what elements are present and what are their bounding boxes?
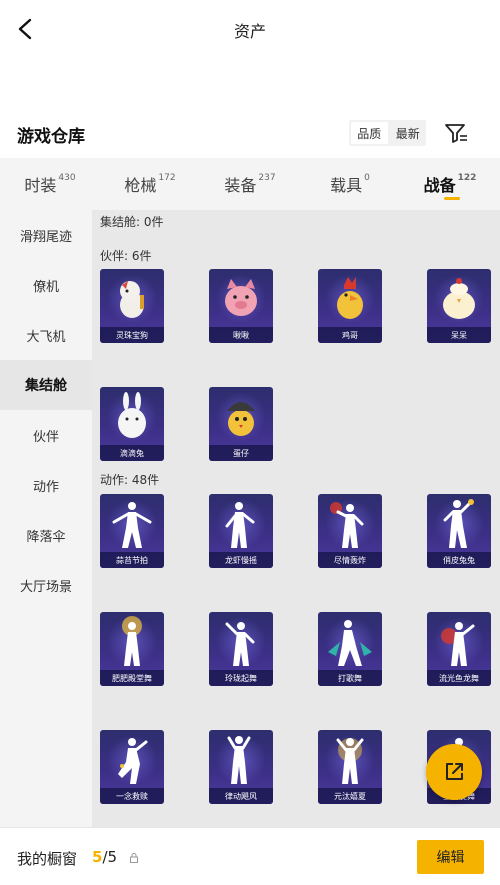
showcase-label: 我的橱窗	[17, 850, 78, 868]
tab-count: 237	[258, 173, 276, 183]
item-name: 灵珠宝狗	[100, 327, 164, 343]
emote-card[interactable]: 尽情轰炸	[318, 494, 382, 568]
emote-card[interactable]: 肥肥殿堂舞	[100, 612, 164, 686]
assets-page: 资产 游戏仓库 品质 最新 时装 430 枪械 172 装备 237 载具 0 战备 12…	[0, 0, 500, 885]
sidebar: 滑翔尾迹 僚机 大飞机 集结舱 伙伴 动作 降落伞 大厅场景	[0, 210, 92, 827]
filter-button[interactable]	[444, 122, 468, 144]
tab-label: 时装	[24, 176, 57, 195]
tab-count: 430	[58, 173, 76, 183]
section-label-emotes: 动作: 48件	[100, 473, 160, 487]
dancer-silhouette-icon	[441, 622, 475, 666]
tab-label: 枪械	[124, 176, 157, 195]
sidebar-item-partners[interactable]: 伙伴	[0, 410, 92, 460]
item-name: 律动飓风	[209, 788, 273, 804]
item-name: 流光鱼龙舞	[427, 670, 491, 686]
showcase-count: 5/5	[92, 848, 117, 866]
rabbit-figure-icon	[118, 392, 146, 438]
edit-button[interactable]: 编辑	[417, 840, 484, 874]
partner-card[interactable]: 呆呆	[427, 269, 491, 343]
dancer-silhouette-icon	[112, 502, 152, 548]
showcase-max: 5	[107, 848, 118, 866]
chick-figure-icon	[443, 278, 475, 319]
sidebar-item-parachute[interactable]: 降落伞	[0, 510, 92, 560]
item-name: 滴滴兔	[100, 445, 164, 461]
item-name: 蒜苔节拍	[100, 552, 164, 568]
tab-battle-prep[interactable]: 战备 122	[400, 158, 500, 210]
partner-card[interactable]: 滴滴兔	[100, 387, 164, 461]
tab-label: 装备	[224, 176, 257, 195]
tab-count: 122	[457, 173, 477, 183]
item-name: 玲珑起舞	[209, 670, 273, 686]
dancer-silhouette-icon	[225, 622, 255, 666]
dancer-silhouette-icon	[122, 616, 142, 666]
item-name: 鸡哥	[318, 327, 382, 343]
sidebar-item-wingman[interactable]: 僚机	[0, 260, 92, 310]
sort-quality-button[interactable]: 品质	[351, 122, 388, 144]
sidebar-item-emotes[interactable]: 动作	[0, 460, 92, 510]
showcase-bar: 我的橱窗 5/5 编辑	[0, 827, 500, 885]
emote-card[interactable]: 龙虾慢摇	[209, 494, 273, 568]
tab-count: 172	[158, 173, 176, 183]
filter-icon	[445, 124, 467, 143]
item-name: 啾啾	[209, 327, 273, 343]
section-label-partners: 伙伴: 6件	[100, 249, 152, 263]
item-name: 尽情轰炸	[318, 552, 382, 568]
emote-card[interactable]: 流光鱼龙舞	[427, 612, 491, 686]
egg-figure-icon	[227, 402, 255, 436]
section-label-pod: 集结舱: 0件	[100, 215, 164, 229]
dancer-silhouette-icon	[336, 738, 364, 784]
page-title: 资产	[233, 22, 266, 41]
sort-toggle: 品质 最新	[349, 120, 426, 146]
chicken-figure-icon	[337, 277, 363, 319]
sidebar-item-lobby-scene[interactable]: 大厅场景	[0, 560, 92, 610]
showcase-current: 5	[92, 848, 103, 866]
sidebar-item-assembly-pod[interactable]: 集结舱	[0, 360, 92, 410]
emote-card[interactable]: 俏皮兔兔	[427, 494, 491, 568]
partner-card[interactable]: 灵珠宝狗	[100, 269, 164, 343]
item-name: 龙虾慢摇	[209, 552, 273, 568]
sidebar-item-glide-trail[interactable]: 滑翔尾迹	[0, 210, 92, 260]
partner-card[interactable]: 啾啾	[209, 269, 273, 343]
share-external-icon	[446, 763, 463, 780]
emote-card[interactable]: 元汰嬉夏	[318, 730, 382, 804]
item-name: 肥肥殿堂舞	[100, 670, 164, 686]
tab-count: 0	[364, 173, 370, 183]
tab-guns[interactable]: 枪械 172	[100, 158, 200, 210]
item-name: 打歌舞	[318, 670, 382, 686]
dancer-silhouette-icon	[118, 738, 148, 784]
tab-vehicles[interactable]: 载具 0	[300, 158, 400, 210]
dancer-silhouette-icon	[227, 736, 251, 784]
lock-icon	[130, 853, 138, 863]
item-grid-area: 集结舱: 0件 伙伴: 6件 灵珠宝狗 啾啾 鸡哥 呆呆 滴滴兔 蛋仔 动作: …	[92, 210, 500, 827]
emote-card[interactable]: 打歌舞	[318, 612, 382, 686]
sidebar-item-big-plane[interactable]: 大飞机	[0, 310, 92, 360]
partner-card[interactable]: 蛋仔	[209, 387, 273, 461]
emote-card[interactable]: 蒜苔节拍	[100, 494, 164, 568]
share-button[interactable]	[426, 744, 482, 800]
dancer-silhouette-icon	[225, 502, 255, 548]
partner-card[interactable]: 鸡哥	[318, 269, 382, 343]
item-name: 蛋仔	[209, 445, 273, 461]
dancer-silhouette-icon	[328, 620, 372, 666]
emote-card[interactable]: 律动飓风	[209, 730, 273, 804]
sort-newest-button[interactable]: 最新	[390, 120, 427, 146]
item-name: 呆呆	[427, 327, 491, 343]
item-name: 元汰嬉夏	[318, 788, 382, 804]
dog-figure-icon	[120, 281, 144, 318]
item-name: 一念救赎	[100, 788, 164, 804]
dancer-silhouette-icon	[330, 502, 364, 548]
tab-fashion[interactable]: 时装 430	[0, 158, 100, 210]
dancer-silhouette-icon	[443, 499, 474, 548]
warehouse-title: 游戏仓库	[17, 127, 85, 147]
tab-label: 载具	[330, 176, 363, 195]
emote-card[interactable]: 玲珑起舞	[209, 612, 273, 686]
item-name: 俏皮兔兔	[427, 552, 491, 568]
emote-card[interactable]: 一念救赎	[100, 730, 164, 804]
category-tabs: 时装 430 枪械 172 装备 237 载具 0 战备 122	[0, 158, 500, 210]
tab-gear[interactable]: 装备 237	[200, 158, 300, 210]
top-bar: 资产	[0, 0, 500, 58]
pink-pig-icon	[225, 279, 257, 316]
tab-label: 战备	[423, 176, 456, 195]
